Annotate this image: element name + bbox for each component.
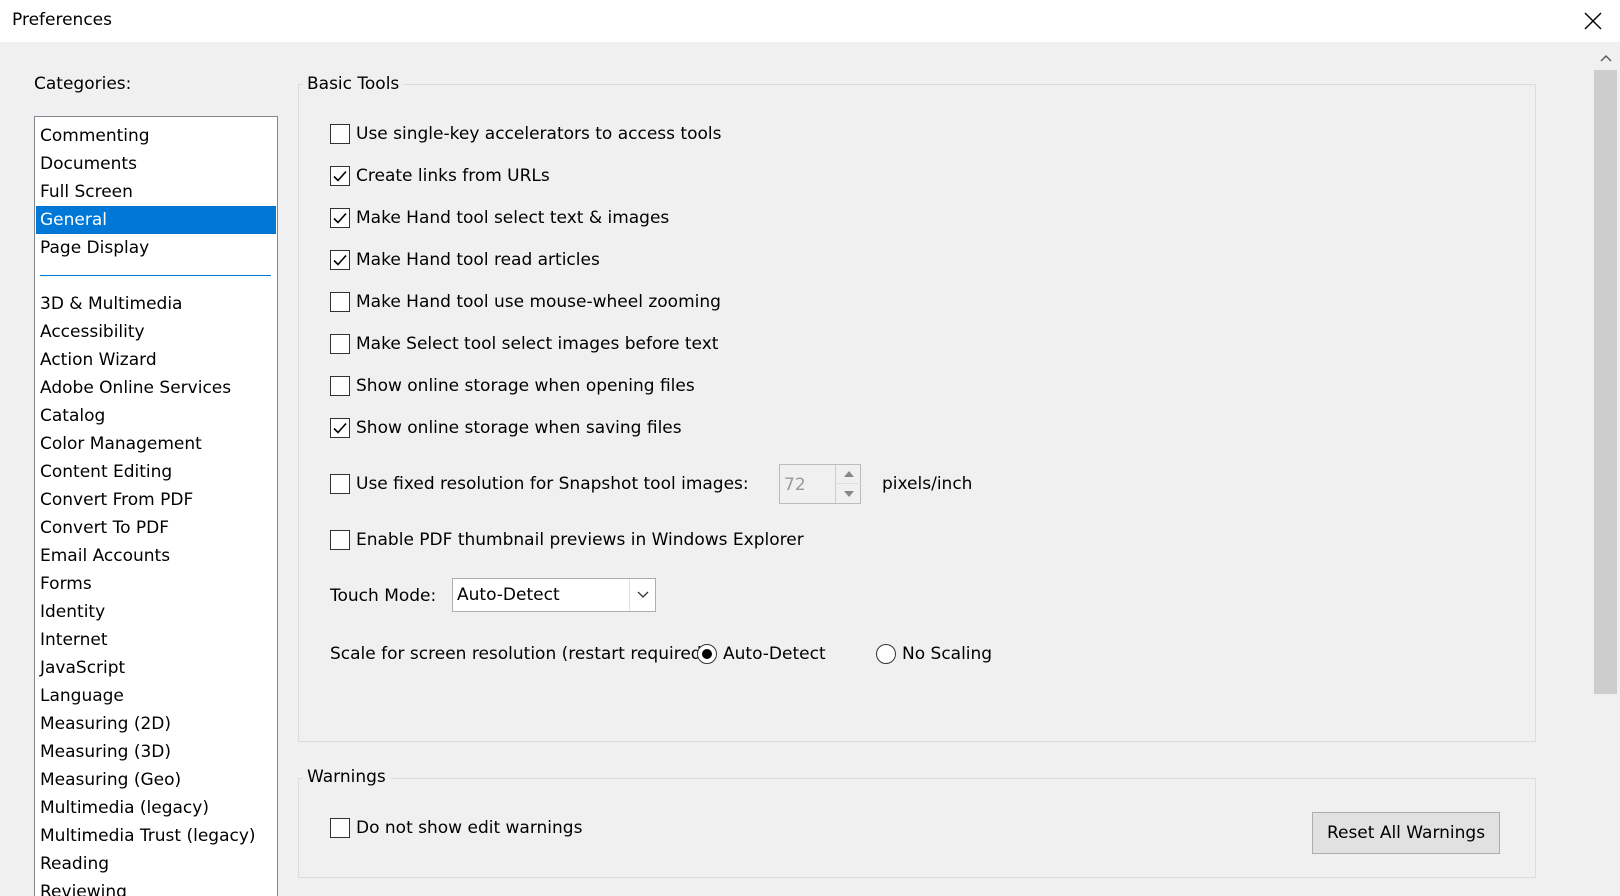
category-measuring-3d[interactable]: Measuring (3D) (36, 738, 276, 766)
categories-list[interactable]: Commenting Documents Full Screen General… (34, 116, 278, 896)
option-label: Show online storage when opening files (356, 376, 695, 396)
category-language[interactable]: Language (36, 682, 276, 710)
category-page-display[interactable]: Page Display (36, 234, 276, 262)
resolution-input[interactable] (780, 465, 836, 503)
close-icon (1584, 12, 1602, 30)
radio[interactable] (697, 644, 717, 664)
option-label: Use single-key accelerators to access to… (356, 124, 722, 144)
checkbox[interactable] (330, 292, 350, 312)
option-label: Make Select tool select images before te… (356, 334, 719, 354)
resolution-unit: pixels/inch (882, 474, 973, 494)
close-button[interactable] (1576, 6, 1610, 36)
triangle-down-icon (844, 490, 854, 497)
category-catalog[interactable]: Catalog (36, 402, 276, 430)
option-hand-select-text[interactable]: Make Hand tool select text & images (330, 206, 669, 230)
checkbox[interactable] (330, 818, 350, 838)
checkbox[interactable] (330, 166, 350, 186)
category-measuring-geo[interactable]: Measuring (Geo) (36, 766, 276, 794)
checkmark-icon (333, 422, 347, 434)
vertical-scrollbar[interactable] (1591, 42, 1620, 896)
category-multimedia-legacy[interactable]: Multimedia (legacy) (36, 794, 276, 822)
category-convert-to-pdf[interactable]: Convert To PDF (36, 514, 276, 542)
category-reading[interactable]: Reading (36, 850, 276, 878)
checkmark-icon (333, 254, 347, 266)
category-color-management[interactable]: Color Management (36, 430, 276, 458)
title-bar: Preferences (0, 0, 1620, 42)
category-3d-multimedia[interactable]: 3D & Multimedia (36, 290, 276, 318)
category-email-accounts[interactable]: Email Accounts (36, 542, 276, 570)
window-title: Preferences (12, 10, 112, 30)
category-full-screen[interactable]: Full Screen (36, 178, 276, 206)
category-separator (40, 275, 271, 276)
checkmark-icon (333, 212, 347, 224)
category-measuring-2d[interactable]: Measuring (2D) (36, 710, 276, 738)
option-online-storage-opening[interactable]: Show online storage when opening files (330, 374, 695, 398)
category-adobe-online-services[interactable]: Adobe Online Services (36, 374, 276, 402)
checkbox[interactable] (330, 208, 350, 228)
option-label: Use fixed resolution for Snapshot tool i… (356, 474, 749, 494)
category-multimedia-trust-legacy[interactable]: Multimedia Trust (legacy) (36, 822, 276, 850)
category-reviewing[interactable]: Reviewing (36, 878, 276, 896)
category-internet[interactable]: Internet (36, 626, 276, 654)
scale-label: Scale for screen resolution (restart req… (330, 644, 714, 664)
option-label: Make Hand tool select text & images (356, 208, 670, 228)
scale-row: Scale for screen resolution (restart req… (330, 642, 714, 666)
checkbox[interactable] (330, 474, 350, 494)
category-documents[interactable]: Documents (36, 150, 276, 178)
category-forms[interactable]: Forms (36, 570, 276, 598)
category-commenting[interactable]: Commenting (36, 122, 276, 150)
option-snapshot-resolution[interactable]: Use fixed resolution for Snapshot tool i… (330, 472, 749, 496)
option-label: Enable PDF thumbnail previews in Windows… (356, 530, 804, 550)
option-label: Make Hand tool read articles (356, 250, 600, 270)
triangle-up-icon (844, 471, 854, 477)
checkmark-icon (333, 170, 347, 182)
reset-all-warnings-button[interactable]: Reset All Warnings (1312, 812, 1500, 854)
category-action-wizard[interactable]: Action Wizard (36, 346, 276, 374)
option-select-images-first[interactable]: Make Select tool select images before te… (330, 332, 718, 356)
touch-mode-label: Touch Mode: (330, 586, 437, 606)
radio[interactable] (876, 644, 896, 664)
touch-mode-select[interactable]: Auto-Detect (452, 578, 656, 612)
scale-auto-detect-radio[interactable]: Auto-Detect (697, 642, 826, 666)
scale-no-scaling-radio[interactable]: No Scaling (876, 642, 992, 666)
radio-dot (702, 649, 712, 659)
touch-mode-value: Auto-Detect (457, 585, 560, 605)
option-thumbnail-previews[interactable]: Enable PDF thumbnail previews in Windows… (330, 528, 804, 552)
checkbox[interactable] (330, 376, 350, 396)
warnings-title: Warnings (303, 767, 390, 787)
category-identity[interactable]: Identity (36, 598, 276, 626)
option-hand-read-articles[interactable]: Make Hand tool read articles (330, 248, 600, 272)
option-hand-mouse-wheel-zoom[interactable]: Make Hand tool use mouse-wheel zooming (330, 290, 721, 314)
checkbox[interactable] (330, 334, 350, 354)
stepper-down-button[interactable] (837, 484, 861, 503)
option-online-storage-saving[interactable]: Show online storage when saving files (330, 416, 682, 440)
category-general[interactable]: General (36, 206, 276, 234)
option-label: Do not show edit warnings (356, 818, 583, 838)
scroll-thumb[interactable] (1594, 70, 1617, 694)
category-javascript[interactable]: JavaScript (36, 654, 276, 682)
option-no-edit-warnings[interactable]: Do not show edit warnings (330, 816, 582, 840)
checkbox[interactable] (330, 530, 350, 550)
dropdown-button[interactable] (629, 579, 655, 611)
option-single-key-accelerators[interactable]: Use single-key accelerators to access to… (330, 122, 721, 146)
chevron-down-icon (637, 591, 648, 598)
resolution-stepper[interactable] (779, 464, 861, 504)
radio-label: Auto-Detect (723, 644, 826, 664)
stepper-up-button[interactable] (837, 465, 861, 484)
scroll-up-button[interactable] (1591, 46, 1620, 70)
option-label: Create links from URLs (356, 166, 550, 186)
checkbox[interactable] (330, 124, 350, 144)
option-label: Show online storage when saving files (356, 418, 682, 438)
radio-label: No Scaling (902, 644, 993, 664)
basic-tools-title: Basic Tools (303, 74, 404, 94)
category-convert-from-pdf[interactable]: Convert From PDF (36, 486, 276, 514)
option-create-links[interactable]: Create links from URLs (330, 164, 550, 188)
option-label: Make Hand tool use mouse-wheel zooming (356, 292, 721, 312)
checkbox[interactable] (330, 418, 350, 438)
categories-label: Categories: (34, 74, 132, 94)
category-accessibility[interactable]: Accessibility (36, 318, 276, 346)
checkbox[interactable] (330, 250, 350, 270)
category-content-editing[interactable]: Content Editing (36, 458, 276, 486)
chevron-up-icon (1600, 55, 1611, 62)
